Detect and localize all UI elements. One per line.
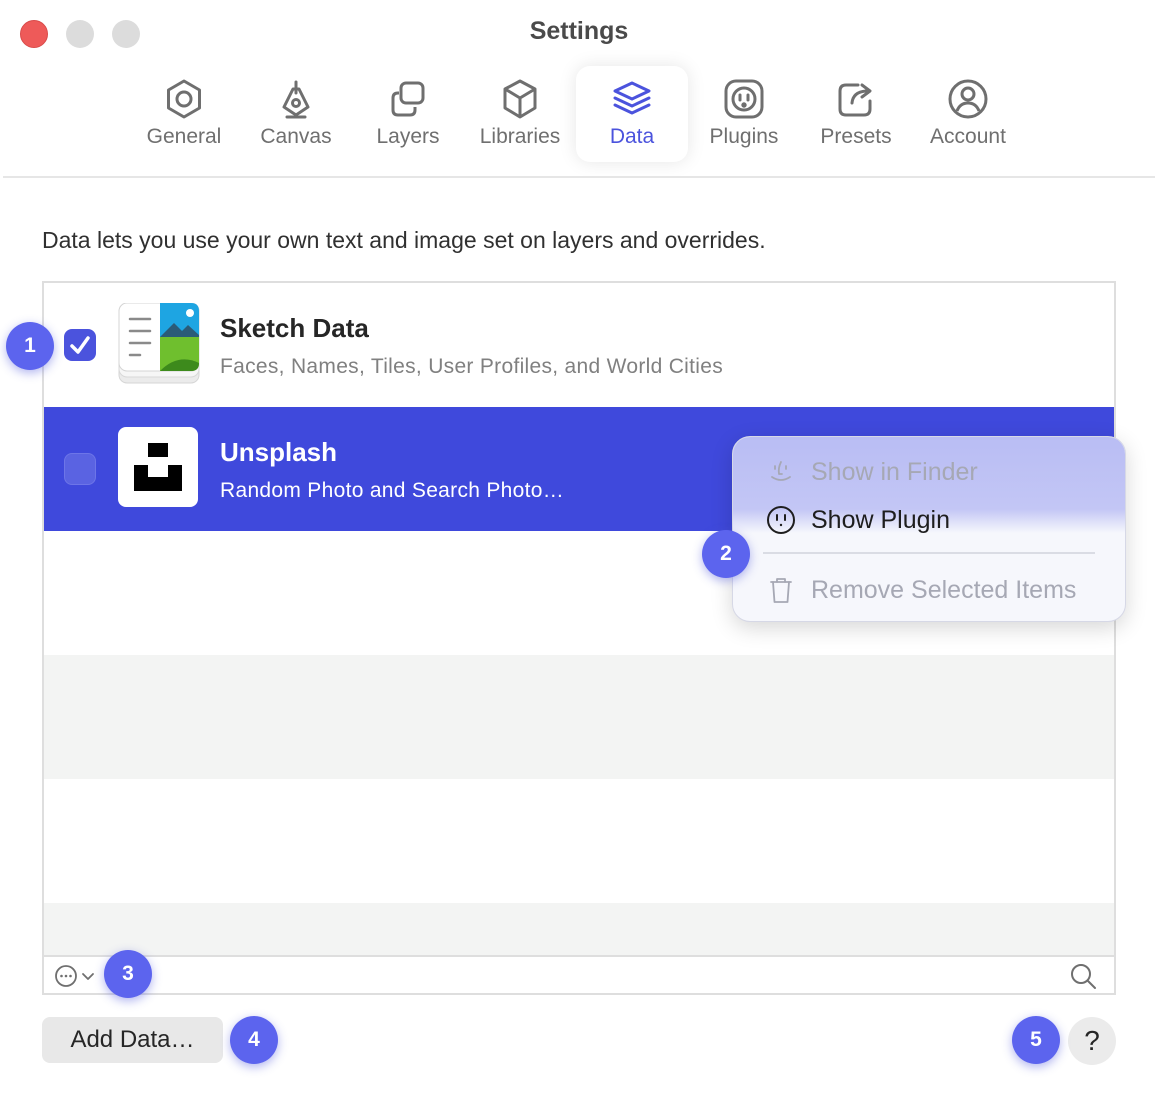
ellipsis-circle-icon	[55, 965, 77, 987]
annotation-badge: 5	[1012, 1016, 1060, 1064]
menu-item-label: Show Plugin	[811, 505, 950, 534]
context-menu: Show in Finder Show Plugin Remove Select…	[732, 436, 1126, 622]
item-title: Sketch Data	[220, 313, 369, 343]
share-box-icon	[838, 83, 872, 117]
item-subtitle: Random Photo and Search Photo…	[220, 479, 565, 502]
search-icon	[1071, 964, 1096, 989]
cube-icon	[503, 79, 537, 119]
menu-item-label: Show in Finder	[811, 457, 978, 486]
list-item[interactable]: Sketch Data Faces, Names, Tiles, User Pr…	[44, 283, 1114, 407]
tab-label: Libraries	[479, 125, 561, 148]
plug-socket-icon	[724, 79, 764, 119]
item-title: Unsplash	[220, 437, 338, 467]
settings-tab-bar: General Canvas Layers Libraries Data Plu…	[128, 66, 1024, 162]
menu-item-remove-selected[interactable]: Remove Selected Items	[765, 570, 1076, 610]
stack-icon	[613, 81, 651, 115]
window-title: Settings	[529, 17, 629, 45]
menu-item-show-plugin[interactable]: Show Plugin	[765, 500, 950, 540]
hexagon-gear-icon	[167, 79, 201, 119]
empty-row	[44, 779, 1114, 903]
search-button[interactable]	[1068, 961, 1098, 991]
trash-icon	[770, 578, 792, 603]
annotation-badge: 1	[6, 322, 54, 370]
tab-label: Canvas	[260, 125, 332, 148]
empty-row	[44, 655, 1114, 779]
finder-icon	[771, 461, 791, 481]
checkmark-icon	[70, 336, 90, 354]
tab-label: Layers	[376, 125, 440, 148]
tab-label: Plugins	[709, 125, 779, 148]
empty-row	[44, 903, 1114, 955]
page-description: Data lets you use your own text and imag…	[42, 227, 766, 253]
tab-label: Account	[930, 125, 1006, 148]
annotation-badge: 2	[702, 530, 750, 578]
tab-account[interactable]: Account	[912, 66, 1024, 162]
tab-presets[interactable]: Presets	[800, 66, 912, 162]
menu-item-show-in-finder[interactable]: Show in Finder	[765, 452, 978, 492]
layers-squares-icon	[391, 81, 425, 117]
tab-general[interactable]: General	[128, 66, 240, 162]
enable-checkbox[interactable]	[64, 453, 96, 485]
unsplash-logo-icon	[118, 427, 198, 507]
chevron-down-icon	[82, 973, 94, 980]
tab-label: General	[146, 125, 222, 148]
tab-plugins[interactable]: Plugins	[688, 66, 800, 162]
pen-nib-icon	[282, 80, 310, 119]
plug-icon	[767, 506, 795, 534]
tab-label: Presets	[820, 125, 892, 148]
item-subtitle: Faces, Names, Tiles, User Profiles, and …	[220, 355, 724, 378]
tab-data[interactable]: Data	[576, 66, 688, 162]
enable-checkbox[interactable]	[64, 329, 96, 361]
more-actions-button[interactable]	[54, 963, 104, 989]
annotation-badge: 3	[104, 950, 152, 998]
list-footer-bar	[42, 955, 1116, 995]
tab-libraries[interactable]: Libraries	[464, 66, 576, 162]
tab-label: Data	[609, 125, 655, 148]
toolbar-divider	[3, 176, 1155, 178]
help-button[interactable]: ?	[1068, 1017, 1116, 1065]
sketch-data-icon	[118, 303, 200, 384]
user-circle-icon	[948, 79, 988, 119]
tab-canvas[interactable]: Canvas	[240, 66, 352, 162]
annotation-badge: 4	[230, 1016, 278, 1064]
menu-item-label: Remove Selected Items	[811, 575, 1077, 604]
menu-separator	[763, 552, 1095, 554]
tab-layers[interactable]: Layers	[352, 66, 464, 162]
add-data-button[interactable]: Add Data…	[42, 1017, 223, 1063]
